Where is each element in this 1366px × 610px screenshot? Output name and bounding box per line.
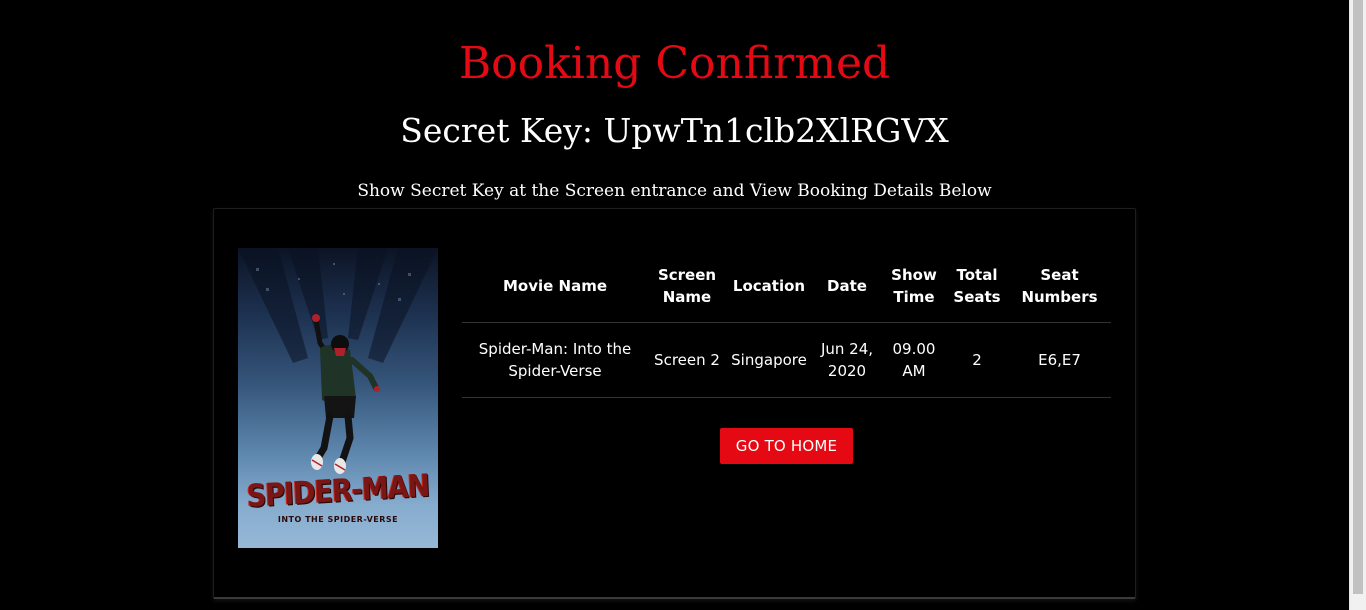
cell-show-time: 09.00 AM [882,322,946,398]
header-movie-name: Movie Name [462,249,648,323]
poster-subtitle: INTO THE SPIDER-VERSE [277,515,399,524]
header-location: Location [726,249,812,323]
scrollbar-thumb[interactable] [1353,0,1363,594]
header-total-seats: Total Seats [946,249,1008,323]
table-row: Spider-Man: Into the Spider-Verse Screen… [462,322,1111,398]
secret-key: Secret Key: UpwTn1clb2XlRGVX [400,111,949,150]
confirmation-page: Booking Confirmed Secret Key: UpwTn1clb2… [0,0,1349,610]
go-to-home-button[interactable]: GO TO HOME [720,428,853,464]
header-show-time: Show Time [882,249,946,323]
header-screen-name: Screen Name [648,249,726,323]
cell-seat-numbers: E6,E7 [1008,322,1111,398]
header-date: Date [812,249,882,323]
table-header-row: Movie Name Screen Name Location Date Sho… [462,249,1111,323]
cell-movie-name: Spider-Man: Into the Spider-Verse [462,322,648,398]
cell-total-seats: 2 [946,322,1008,398]
cell-location: Singapore [726,322,812,398]
booking-details-card: SPIDER-MAN INTO THE SPIDER-VERSE Movie N… [213,208,1136,599]
cell-screen-name: Screen 2 [648,322,726,398]
page-title: Booking Confirmed [458,38,891,89]
vertical-scrollbar[interactable] [1349,0,1366,610]
instructions-text: Show Secret Key at the Screen entrance a… [357,181,992,201]
cell-date: Jun 24, 2020 [812,322,882,398]
movie-poster: SPIDER-MAN INTO THE SPIDER-VERSE [238,248,438,548]
booking-details-table: Movie Name Screen Name Location Date Sho… [462,249,1111,398]
header-seat-numbers: Seat Numbers [1008,249,1111,323]
